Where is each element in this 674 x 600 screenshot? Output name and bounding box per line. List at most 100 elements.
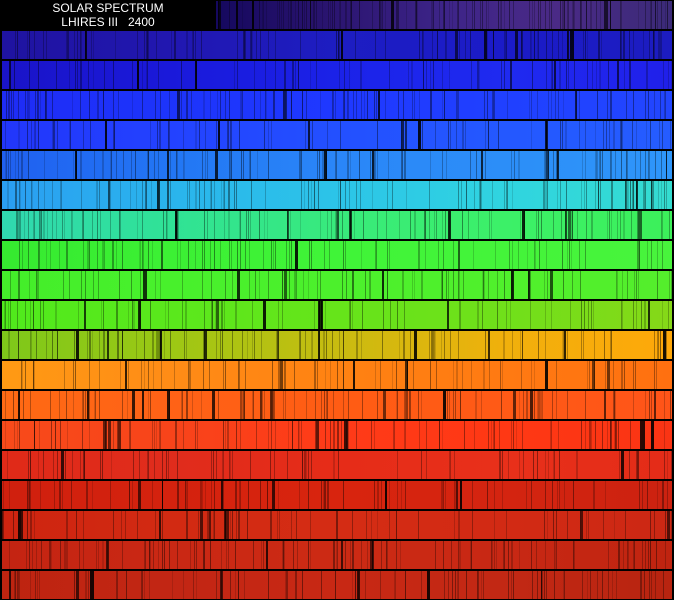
absorption-line [12,91,14,119]
absorption-line [17,331,20,359]
absorption-line [319,211,321,239]
absorption-line [552,151,554,179]
absorption-line [225,421,226,449]
absorption-line [28,151,30,179]
absorption-line [526,391,529,419]
absorption-line [344,541,346,569]
absorption-line [89,331,91,359]
absorption-line [630,181,632,209]
absorption-line [508,1,510,29]
absorption-line [206,511,208,539]
absorption-line [506,91,508,119]
absorption-line [9,301,12,329]
absorption-line [348,61,350,89]
absorption-line [117,331,119,359]
absorption-line [202,91,204,119]
absorption-line [547,451,549,479]
absorption-line [352,271,354,299]
absorption-line [401,481,403,509]
absorption-line [176,241,178,269]
absorption-line [231,241,232,269]
absorption-line [16,211,18,239]
absorption-line [72,361,74,389]
absorption-line [563,271,565,299]
absorption-line [275,421,277,449]
absorption-line [487,121,490,149]
absorption-line [442,91,444,119]
absorption-line [90,571,94,599]
absorption-line [512,331,513,359]
absorption-line [423,61,424,89]
absorption-line [530,271,532,299]
absorption-line [370,151,371,179]
absorption-line [477,61,479,89]
absorption-line [536,211,537,239]
absorption-line [137,301,141,329]
absorption-line [147,241,149,269]
absorption-line [240,91,242,119]
absorption-line [458,241,460,269]
absorption-line [422,121,424,149]
absorption-line [446,391,448,419]
absorption-line [610,211,612,239]
absorption-line [501,451,503,479]
absorption-line [584,181,585,209]
absorption-line [320,391,323,419]
absorption-line [515,421,517,449]
absorption-line [246,511,248,539]
absorption-line [159,271,161,299]
absorption-line [654,1,656,29]
absorption-line [484,91,486,119]
absorption-line [591,61,593,89]
absorption-line [650,241,652,269]
absorption-line [130,181,131,209]
absorption-line [597,571,599,599]
absorption-line [667,511,671,539]
absorption-line [237,61,239,89]
absorption-line [168,301,169,329]
absorption-line [544,451,546,479]
absorption-line [287,421,289,449]
absorption-line [576,211,578,239]
absorption-line [580,331,582,359]
absorption-line [272,241,274,269]
absorption-line [421,571,423,599]
absorption-line [459,271,460,299]
absorption-line [194,241,196,269]
title-line-1: SOLAR SPECTRUM [52,1,164,15]
absorption-line [215,571,217,599]
absorption-line [663,451,665,479]
absorption-line [667,301,669,329]
absorption-line [464,421,465,449]
absorption-line [579,511,583,539]
absorption-line [469,151,471,179]
absorption-line [267,121,270,149]
absorption-line [399,211,401,239]
absorption-line [650,541,652,569]
absorption-line [238,511,240,539]
absorption-line [448,391,450,419]
absorption-line [111,151,113,179]
spectrum-strip [2,331,672,359]
absorption-line [391,181,393,209]
absorption-line [587,61,588,89]
absorption-line [656,361,658,389]
absorption-line [432,31,434,59]
absorption-line [333,421,335,449]
absorption-line [70,481,73,509]
absorption-line [532,451,534,479]
absorption-line [142,571,143,599]
absorption-line [8,151,10,179]
absorption-line [18,241,20,269]
absorption-line [194,541,195,569]
absorption-line [370,511,372,539]
absorption-line [656,481,658,509]
absorption-line [264,181,266,209]
absorption-line [2,481,4,509]
absorption-line [271,421,273,449]
absorption-line [85,31,86,59]
absorption-line [355,571,356,599]
absorption-line [29,301,31,329]
absorption-line [418,121,421,149]
absorption-line [561,1,563,29]
